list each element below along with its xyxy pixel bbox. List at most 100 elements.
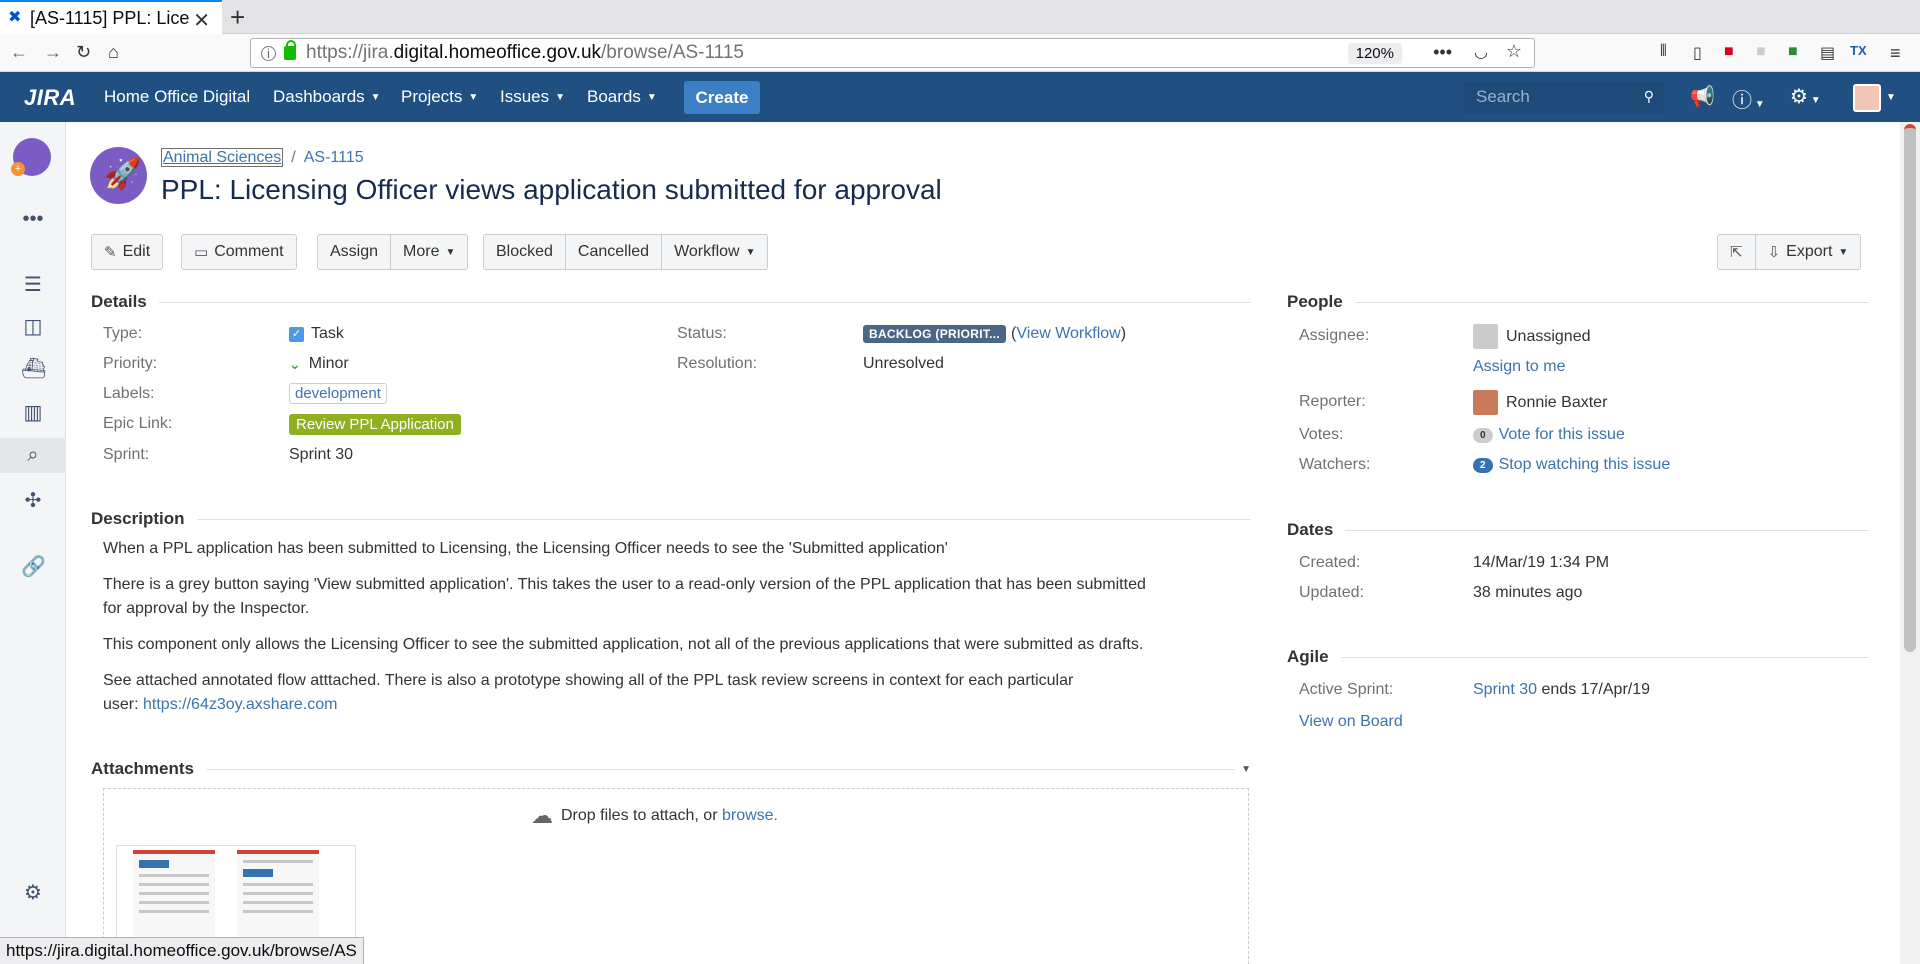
link-icon[interactable]: 🔗 [21, 554, 46, 579]
nav-boards[interactable]: Boards ▼ [587, 87, 657, 107]
view-workflow-link[interactable]: View Workflow [1016, 325, 1120, 342]
releases-icon[interactable]: ⛴ [21, 356, 46, 381]
blocked-button[interactable]: Blocked [483, 234, 566, 270]
dates-heading[interactable]: Dates [1287, 520, 1869, 540]
announcement-icon[interactable]: 📢 [1690, 84, 1715, 109]
workflow-button[interactable]: Workflow ▼ [662, 234, 769, 270]
assignee-text: Unassigned [1506, 327, 1591, 345]
chevron-down-icon: ▼ [646, 92, 657, 103]
assign-button[interactable]: Assign [317, 234, 392, 270]
agile-heading-label: Agile [1287, 647, 1329, 666]
view-on-board-link[interactable]: View on Board [1299, 713, 1403, 731]
user-avatar[interactable] [1853, 84, 1881, 112]
close-tab-icon[interactable]: ✕ [193, 8, 210, 33]
jira-logo[interactable]: JIRA [24, 85, 76, 111]
nav-issues[interactable]: Issues ▼ [500, 87, 565, 107]
breadcrumb-project-link[interactable]: Animal Sciences [161, 148, 284, 167]
agile-heading[interactable]: Agile [1287, 647, 1869, 667]
created-label: Created: [1299, 554, 1361, 571]
comment-button[interactable]: ▭ Comment [181, 234, 297, 270]
updated-value: 38 minutes ago [1473, 584, 1583, 601]
create-button[interactable]: Create [684, 81, 760, 114]
extension-green-icon[interactable]: ■ [1788, 43, 1798, 61]
project-avatar-large: 🚀 [90, 147, 147, 204]
page-scrollbar[interactable] [1900, 122, 1920, 964]
reload-icon[interactable]: ↻ [76, 42, 91, 63]
divider [1354, 301, 1869, 303]
help-icon[interactable]: ⓘ ▼ [1732, 84, 1765, 113]
thumb-line [243, 860, 313, 863]
chevron-down-icon[interactable]: ▼ [1241, 764, 1251, 775]
issues-search-icon[interactable]: ⌕ [0, 438, 66, 473]
board-icon[interactable]: ◫ [21, 314, 45, 339]
new-tab-icon[interactable]: + [230, 2, 245, 33]
more-button[interactable]: More ▼ [391, 234, 469, 270]
forward-icon[interactable]: → [44, 42, 62, 63]
bookmark-star-icon[interactable]: ☆ [1506, 41, 1522, 62]
nav-projects[interactable]: Projects ▼ [401, 87, 478, 107]
search-input[interactable]: Search ⚲ [1464, 81, 1664, 114]
comment-label: Comment [214, 243, 284, 260]
epic-link-value: Review PPL Application [289, 414, 461, 435]
search-placeholder: Search [1476, 87, 1530, 106]
reporter-text: Ronnie Baxter [1506, 393, 1608, 411]
cancelled-button[interactable]: Cancelled [565, 234, 663, 270]
project-avatar[interactable]: + [11, 138, 51, 176]
home-icon[interactable]: ⌂ [108, 42, 119, 63]
extension-doc-icon[interactable]: ▤ [1820, 43, 1835, 63]
chevron-down-icon: ▼ [445, 246, 456, 258]
reports-icon[interactable]: ▥ [21, 400, 45, 425]
watchers-count-badge[interactable]: 2 [1473, 457, 1493, 473]
jira-favicon-icon: ✖ [8, 9, 22, 26]
back-icon[interactable]: ← [10, 42, 28, 63]
extension-red-icon[interactable]: ■ [1724, 43, 1734, 61]
status-value: BACKLOG (PRIORIT... (View Workflow) [863, 325, 1126, 343]
epic-lozenge[interactable]: Review PPL Application [289, 414, 461, 435]
sprint-link[interactable]: Sprint 30 [1473, 681, 1537, 699]
chevron-down-icon[interactable]: ▼ [1886, 92, 1896, 103]
export-button[interactable]: ⇩ Export ▼ [1755, 234, 1862, 270]
browser-tab[interactable]: ✖ [AS-1115] PPL: Licensing Officer views… [0, 0, 222, 34]
attachment-thumbnail[interactable] [133, 850, 215, 940]
label-tag[interactable]: development [289, 383, 387, 404]
edit-button[interactable]: ✎ Edit [91, 234, 164, 270]
site-name-link[interactable]: Home Office Digital [104, 87, 250, 107]
vote-link[interactable]: Vote for this issue [1499, 426, 1625, 444]
details-heading[interactable]: Details [91, 292, 1251, 312]
site-info-icon[interactable]: i [261, 45, 276, 61]
pencil-icon: ✎ [104, 244, 117, 261]
share-button[interactable]: ⇱ [1717, 234, 1756, 270]
attachment-thumbnail[interactable] [237, 850, 319, 940]
settings-gear-icon[interactable]: ⚙ ▼ [1790, 84, 1821, 109]
more-icon[interactable]: ••• [21, 208, 45, 231]
prototype-link[interactable]: https://64z3oy.axshare.com [143, 696, 337, 713]
components-icon[interactable]: ✣ [21, 488, 45, 513]
pocket-icon[interactable]: ◡ [1474, 42, 1488, 62]
nav-dashboards[interactable]: Dashboards ▼ [273, 87, 381, 107]
extension-grey-icon[interactable]: ■ [1756, 43, 1766, 61]
library-icon[interactable]: ⫴ [1660, 43, 1667, 61]
type-value: ✓ Task [289, 325, 344, 343]
people-heading[interactable]: People [1287, 292, 1869, 312]
stop-watching-link[interactable]: Stop watching this issue [1499, 456, 1671, 474]
tab-title: [AS-1115] PPL: Licensing Officer views a… [30, 7, 190, 28]
extension-tx-icon[interactable]: TX [1850, 43, 1867, 58]
issue-summary[interactable]: PPL: Licensing Officer views application… [161, 174, 942, 206]
issue-view: 🚀 Animal Sciences / AS-1115 PPL: Licensing… [66, 122, 1900, 964]
attachments-heading[interactable]: Attachments ▼ [91, 759, 1251, 779]
sidebar-toggle-icon[interactable]: ▯ [1693, 43, 1702, 63]
browse-link[interactable]: browse. [722, 807, 778, 825]
page-actions-icon[interactable]: ••• [1433, 42, 1452, 63]
url-bar[interactable]: i https://jira.digital.homeoffice.gov.uk… [250, 38, 1535, 68]
breadcrumb-issue-key[interactable]: AS-1115 [304, 149, 364, 166]
sprint-label: Sprint: [103, 446, 150, 463]
backlog-icon[interactable]: ☰ [21, 272, 45, 297]
assign-to-me-link[interactable]: Assign to me [1473, 358, 1565, 376]
scrollbar-thumb[interactable] [1904, 124, 1916, 652]
project-settings-icon[interactable]: ⚙ [21, 880, 45, 905]
description-heading[interactable]: Description [91, 509, 1251, 529]
votes-count-badge: 0 [1473, 427, 1493, 443]
priority-label: Priority: [103, 355, 158, 372]
hamburger-menu-icon[interactable]: ≡ [1890, 43, 1901, 64]
zoom-level[interactable]: 120% [1347, 43, 1402, 64]
